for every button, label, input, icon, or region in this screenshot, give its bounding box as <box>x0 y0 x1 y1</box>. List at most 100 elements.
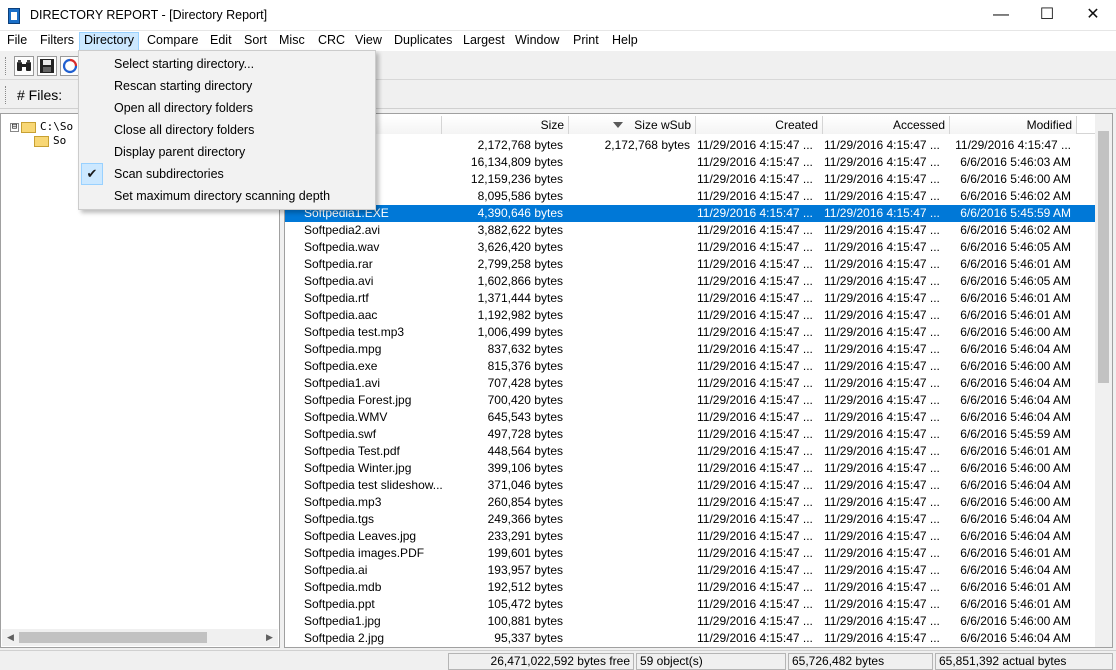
cell-created: 11/29/2016 4:15:47 ... <box>697 155 812 169</box>
menu-item-select-starting-directory[interactable]: Select starting directory... <box>81 53 373 75</box>
menu-largest[interactable]: Largest <box>459 32 509 51</box>
column-header-accessed[interactable]: Accessed <box>823 116 950 134</box>
column-header-size-wsub[interactable]: Size wSub <box>569 116 696 134</box>
menu-file[interactable]: File <box>3 32 31 51</box>
table-row[interactable]: Softpedia.wav 3,626,420 bytes 11/29/2016 4… <box>285 239 1095 256</box>
cell-created: 11/29/2016 4:15:47 ... <box>697 529 812 543</box>
menu-item-scan-subdirectories[interactable]: ✔ Scan subdirectories <box>81 163 373 185</box>
table-row[interactable]: Softpedia.tgs 249,366 bytes 11/29/2016 4:1… <box>285 511 1095 528</box>
menu-view[interactable]: View <box>351 32 386 51</box>
table-row[interactable]: 16,134,809 bytes 11/29/2016 4:15:47 ... 11… <box>285 154 1095 171</box>
menu-help[interactable]: Help <box>608 32 642 51</box>
table-row[interactable]: Softpedia.swf 497,728 bytes 11/29/2016 4:1… <box>285 426 1095 443</box>
table-row[interactable]: 8,095,586 bytes 11/29/2016 4:15:47 ... 11/… <box>285 188 1095 205</box>
table-row[interactable]: Softpedia.exe 815,376 bytes 11/29/2016 4:1… <box>285 358 1095 375</box>
table-row[interactable]: Softpedia.mp3 260,854 bytes 11/29/2016 4:1… <box>285 494 1095 511</box>
cell-created: 11/29/2016 4:15:47 ... <box>697 478 812 492</box>
table-row[interactable]: Softpedia.mpg 837,632 bytes 11/29/2016 4:1… <box>285 341 1095 358</box>
folder-open-icon <box>21 121 36 133</box>
table-row[interactable]: Softpedia Test.pdf 448,564 bytes 11/29/201… <box>285 443 1095 460</box>
cell-modified: 6/6/2016 5:46:04 AM <box>960 563 1071 577</box>
table-row[interactable]: Softpedia.WMV 645,543 bytes 11/29/2016 4:1… <box>285 409 1095 426</box>
table-row[interactable]: Softpedia images.PDF 199,601 bytes 11/29/2… <box>285 545 1095 562</box>
table-row[interactable]: Softpedia.ppt 105,472 bytes 11/29/2016 4:1… <box>285 596 1095 613</box>
cell-size: 448,564 bytes <box>487 444 563 458</box>
table-row[interactable]: Softpedia1.EXE 4,390,646 bytes 11/29/2016 … <box>285 205 1095 222</box>
menu-item-set-max-depth[interactable]: Set maximum directory scanning depth <box>81 185 373 207</box>
table-row[interactable]: Softpedia.rtf 1,371,444 bytes 11/29/2016 4… <box>285 290 1095 307</box>
table-row[interactable]: Softpedia Winter.jpg 399,106 bytes 11/29/2… <box>285 460 1095 477</box>
cell-modified: 6/6/2016 5:46:00 AM <box>960 359 1071 373</box>
table-row[interactable]: Softpedia test slideshow... 371,046 bytes… <box>285 477 1095 494</box>
refresh-icon[interactable] <box>60 56 80 76</box>
cell-name: Softpedia.avi <box>304 274 374 288</box>
table-row[interactable]: Softpedia1.avi 707,428 bytes 11/29/2016 4:… <box>285 375 1095 392</box>
column-header-created[interactable]: Created <box>696 116 823 134</box>
tree-horizontal-scrollbar[interactable]: ◀ ▶ <box>2 629 278 646</box>
table-row[interactable]: Softpedia 2.jpg 95,337 bytes 11/29/2016 4:… <box>285 630 1095 647</box>
cell-size: 199,601 bytes <box>487 546 563 560</box>
cell-sub <box>569 324 690 341</box>
cell-size: 3,882,622 bytes <box>477 223 563 237</box>
menu-misc[interactable]: Misc <box>275 32 309 51</box>
column-header-size[interactable]: Size <box>442 116 569 134</box>
cell-created: 11/29/2016 4:15:47 ... <box>697 461 812 475</box>
table-row[interactable]: Softpedia Forest.jpg 700,420 bytes 11/29/2… <box>285 392 1095 409</box>
menu-print[interactable]: Print <box>569 32 603 51</box>
column-header-modified[interactable]: Modified <box>950 116 1077 134</box>
table-row[interactable]: Softpedia.aac 1,192,982 bytes 11/29/2016 4… <box>285 307 1095 324</box>
cell-accessed: 11/29/2016 4:15:47 ... <box>824 359 939 373</box>
cell-created: 11/29/2016 4:15:47 ... <box>697 512 812 526</box>
table-row[interactable]: Softpedia2.avi 3,882,622 bytes 11/29/2016 … <box>285 222 1095 239</box>
menu-item-close-all-folders[interactable]: Close all directory folders <box>81 119 373 141</box>
menu-item-display-parent-directory[interactable]: Display parent directory <box>81 141 373 163</box>
cell-sub <box>569 375 690 392</box>
list-vertical-scrollbar[interactable] <box>1095 114 1112 647</box>
scroll-thumb[interactable] <box>1098 131 1109 383</box>
menu-compare[interactable]: Compare <box>143 32 202 51</box>
table-row[interactable]: Softpedia.ai 193,957 bytes 11/29/2016 4:15… <box>285 562 1095 579</box>
cell-size: 2,172,768 bytes <box>477 138 563 152</box>
table-row[interactable]: 2,172,768 bytes 2,172,768 bytes 11/29/2016… <box>285 137 1095 154</box>
table-row[interactable]: Softpedia1.jpg 100,881 bytes 11/29/2016 4:… <box>285 613 1095 630</box>
save-icon[interactable] <box>37 56 57 76</box>
table-row[interactable]: Softpedia.mdb 192,512 bytes 11/29/2016 4:1… <box>285 579 1095 596</box>
cell-accessed: 11/29/2016 4:15:47 ... <box>824 614 939 628</box>
collapse-icon[interactable]: ⊟ <box>10 122 19 132</box>
menu-sort[interactable]: Sort <box>240 32 271 51</box>
minimize-button[interactable]: — <box>978 0 1024 30</box>
close-button[interactable]: ✕ <box>1070 0 1116 30</box>
cell-size: 192,512 bytes <box>487 580 563 594</box>
menu-filters[interactable]: Filters <box>36 32 78 51</box>
menu-directory[interactable]: Directory <box>79 32 140 51</box>
menu-item-open-all-folders[interactable]: Open all directory folders <box>81 97 373 119</box>
toolbar-grip[interactable] <box>5 86 9 104</box>
maximize-button[interactable]: ☐ <box>1024 0 1070 30</box>
cell-modified: 6/6/2016 5:46:00 AM <box>960 614 1071 628</box>
table-row[interactable]: 12,159,236 bytes 11/29/2016 4:15:47 ... 11… <box>285 171 1095 188</box>
menu-duplicates[interactable]: Duplicates <box>390 32 456 51</box>
menu-item-rescan-starting-directory[interactable]: Rescan starting directory <box>81 75 373 97</box>
cell-accessed: 11/29/2016 4:15:47 ... <box>824 478 939 492</box>
table-row[interactable]: Softpedia test.mp3 1,006,499 bytes 11/29/2… <box>285 324 1095 341</box>
file-list[interactable]: Size Size wSub Created Accessed Modified… <box>284 113 1113 648</box>
toolbar-grip[interactable] <box>5 57 9 75</box>
cell-created: 11/29/2016 4:15:47 ... <box>697 138 812 152</box>
table-row[interactable]: Softpedia.rar 2,799,258 bytes 11/29/2016 4… <box>285 256 1095 273</box>
menu-edit[interactable]: Edit <box>206 32 236 51</box>
cell-modified: 6/6/2016 5:46:04 AM <box>960 376 1071 390</box>
cell-size: 815,376 bytes <box>487 359 563 373</box>
table-row[interactable]: Softpedia.avi 1,602,866 bytes 11/29/2016 4… <box>285 273 1095 290</box>
scroll-thumb[interactable] <box>19 632 207 643</box>
binoculars-icon[interactable] <box>14 56 34 76</box>
cell-name: Softpedia images.PDF <box>304 546 425 560</box>
scroll-left-icon[interactable]: ◀ <box>2 629 19 646</box>
title-bar: DIRECTORY REPORT - [Directory Report] — … <box>0 0 1116 31</box>
menu-crc[interactable]: CRC <box>314 32 349 51</box>
scroll-right-icon[interactable]: ▶ <box>261 629 278 646</box>
table-row[interactable]: Softpedia Leaves.jpg 233,291 bytes 11/29/2… <box>285 528 1095 545</box>
tree-child[interactable]: So <box>34 134 66 156</box>
cell-modified: 6/6/2016 5:45:59 AM <box>960 206 1071 220</box>
cell-modified: 11/29/2016 4:15:47 ... <box>955 138 1071 152</box>
menu-window[interactable]: Window <box>511 32 563 51</box>
